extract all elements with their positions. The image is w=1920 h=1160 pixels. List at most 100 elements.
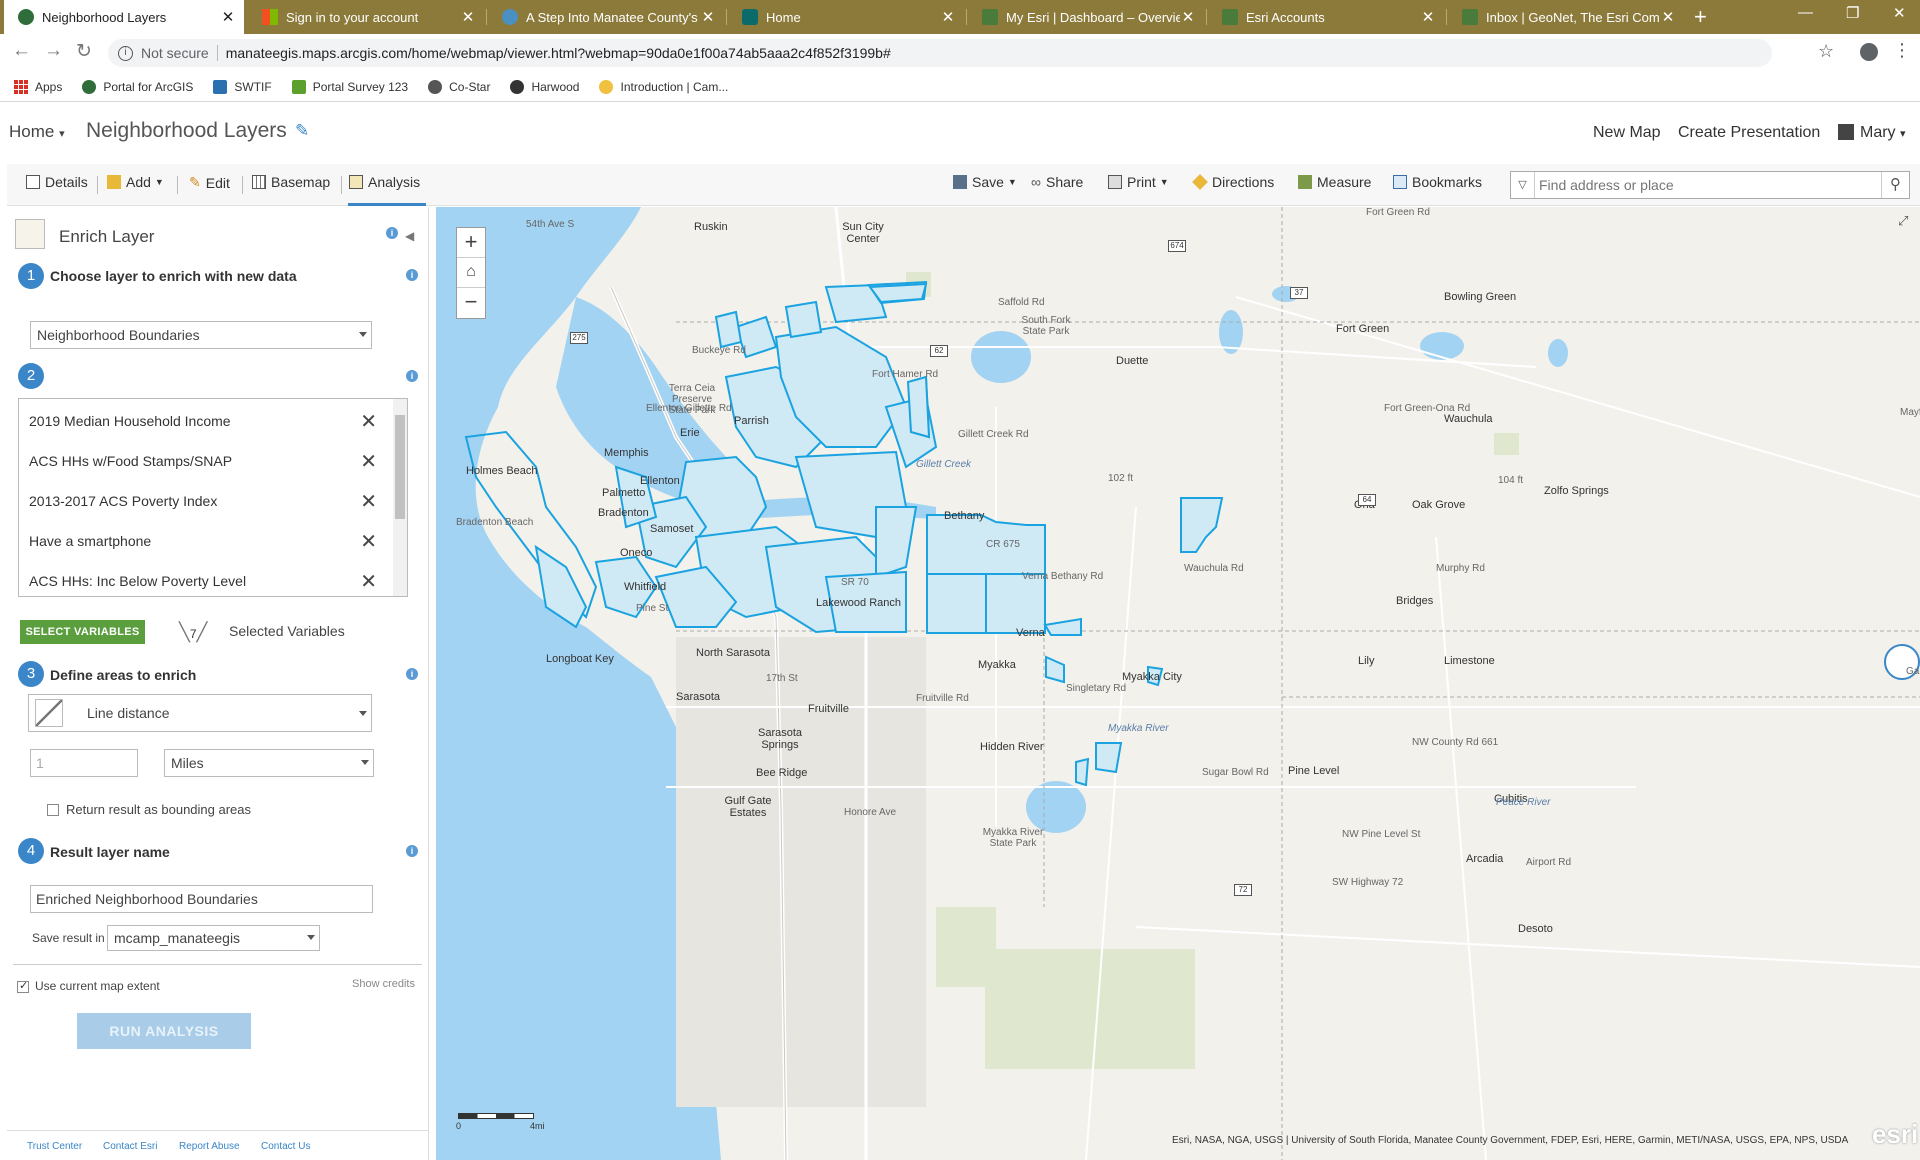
save-label: Save: [972, 174, 1004, 190]
restore-window-button[interactable]: ❐: [1846, 4, 1859, 22]
close-tab-icon[interactable]: ✕: [220, 8, 236, 26]
list-scrollbar[interactable]: [393, 399, 407, 596]
run-analysis-button[interactable]: RUN ANALYSIS: [77, 1013, 251, 1049]
details-button[interactable]: Details: [26, 174, 88, 190]
zoom-out-button[interactable]: −: [457, 288, 485, 318]
tab-title: A Step Into Manatee County's Pa: [526, 9, 700, 25]
browser-tab[interactable]: Neighborhood Layers ✕: [4, 0, 244, 34]
help-info-icon[interactable]: i: [386, 227, 398, 239]
distance-value-input[interactable]: 1: [30, 749, 138, 777]
distance-type-dropdown[interactable]: Line distance: [28, 694, 372, 732]
map-label: Samoset: [650, 523, 694, 535]
browser-tab[interactable]: Inbox | GeoNet, The Esri Commu ✕: [1448, 0, 1684, 34]
zoom-in-button[interactable]: +: [457, 228, 485, 258]
remove-variable-icon[interactable]: ✕: [360, 569, 377, 594]
bounding-areas-checkbox[interactable]: [47, 804, 59, 816]
map-title: Neighborhood Layers: [86, 119, 287, 142]
url-bar[interactable]: i Not secure manateegis.maps.arcgis.com/…: [108, 39, 1772, 67]
search-icon[interactable]: ⚲: [1881, 172, 1909, 198]
close-tab-icon[interactable]: ✕: [1660, 8, 1676, 26]
share-button[interactable]: ∞ Share: [1031, 174, 1083, 190]
remove-variable-icon[interactable]: ✕: [360, 409, 377, 434]
map-label: Erie: [680, 427, 700, 439]
basemap-button[interactable]: Basemap: [252, 174, 330, 190]
step-3-info-icon[interactable]: i: [406, 668, 418, 680]
browser-tab[interactable]: Esri Accounts ✕: [1208, 0, 1444, 34]
report-abuse-link[interactable]: Report Abuse: [179, 1141, 240, 1152]
bookmark-apps[interactable]: Apps: [14, 79, 62, 94]
collapse-panel-icon[interactable]: ◀: [405, 229, 414, 243]
home-extent-button[interactable]: ⌂: [457, 258, 485, 288]
bookmark-survey123[interactable]: Portal Survey 123: [291, 79, 408, 94]
edit-title-pencil-icon[interactable]: ✎: [295, 121, 309, 141]
close-tab-icon[interactable]: ✕: [1180, 8, 1196, 26]
distance-unit-dropdown[interactable]: Miles: [164, 749, 374, 777]
sharepoint-icon: [742, 9, 758, 25]
bookmark-swtif[interactable]: SWTIF: [213, 79, 272, 94]
create-presentation-link[interactable]: Create Presentation: [1678, 124, 1820, 142]
edit-button[interactable]: ✎ Edit: [189, 174, 230, 191]
bookmark-label: Harwood: [531, 79, 580, 94]
new-tab-button[interactable]: +: [1694, 4, 1707, 30]
info-icon[interactable]: i: [118, 45, 133, 61]
map-label: Oneco: [620, 547, 653, 559]
remove-variable-icon[interactable]: ✕: [360, 489, 377, 514]
remove-variable-icon[interactable]: ✕: [360, 529, 377, 554]
bookmark-portal[interactable]: Portal for ArcGIS: [82, 79, 193, 94]
bookmark-costar[interactable]: Co-Star: [428, 79, 490, 94]
chrome-menu-icon[interactable]: ⋮: [1893, 40, 1911, 61]
new-map-link[interactable]: New Map: [1593, 124, 1661, 142]
select-variables-button[interactable]: SELECT VARIABLES: [20, 620, 145, 644]
close-tab-icon[interactable]: ✕: [700, 8, 716, 26]
input-layer-dropdown[interactable]: Neighborhood Boundaries: [30, 321, 372, 349]
bookmark-star-icon[interactable]: ☆: [1818, 41, 1834, 62]
bookmark-introduction[interactable]: Introduction | Cam...: [599, 79, 728, 94]
lake: [971, 331, 1031, 383]
close-tab-icon[interactable]: ✕: [940, 8, 956, 26]
save-button[interactable]: Save ▼: [953, 174, 1017, 190]
contact-us-link[interactable]: Contact Us: [261, 1141, 310, 1152]
minimize-window-button[interactable]: —: [1798, 4, 1813, 21]
search-source-dropdown[interactable]: ▽: [1511, 172, 1535, 198]
result-name-input[interactable]: Enriched Neighborhood Boundaries: [30, 885, 373, 913]
close-tab-icon[interactable]: ✕: [460, 8, 476, 26]
analysis-button[interactable]: Analysis: [349, 174, 420, 190]
show-credits-link[interactable]: Show credits: [352, 978, 415, 990]
profile-avatar-icon[interactable]: [1860, 43, 1878, 61]
use-extent-checkbox[interactable]: [17, 979, 29, 993]
trust-center-link[interactable]: Trust Center: [27, 1141, 82, 1152]
expand-map-icon[interactable]: ⤢: [1898, 213, 1908, 229]
search-input[interactable]: [1539, 175, 1879, 195]
bookmark-harwood[interactable]: Harwood: [510, 79, 580, 94]
reload-icon[interactable]: ↻: [76, 40, 92, 63]
map-label: Palmetto: [602, 487, 646, 499]
share-label: Share: [1045, 174, 1084, 190]
add-button[interactable]: Add ▼: [107, 174, 164, 190]
scrollbar-thumb[interactable]: [395, 415, 405, 519]
print-button[interactable]: Print ▼: [1108, 174, 1169, 190]
step-2-info-icon[interactable]: i: [406, 370, 418, 382]
close-window-button[interactable]: ✕: [1893, 4, 1906, 22]
measure-button[interactable]: Measure: [1298, 174, 1371, 190]
step-4-info-icon[interactable]: i: [406, 845, 418, 857]
map-view[interactable]: + ⌂ − ⤢ 54th Ave S Ruskin Sun City Cente…: [436, 207, 1920, 1160]
tab-title: Neighborhood Layers: [42, 9, 167, 25]
directions-button[interactable]: Directions: [1192, 174, 1274, 190]
browser-tab[interactable]: My Esri | Dashboard – Overview ✕: [968, 0, 1204, 34]
line-distance-icon: [35, 699, 63, 727]
forward-arrow-icon[interactable]: →: [44, 40, 63, 62]
browser-tab[interactable]: Sign in to your account ✕: [248, 0, 484, 34]
bookmarks-button[interactable]: Bookmarks: [1393, 174, 1482, 190]
remove-variable-icon[interactable]: ✕: [360, 449, 377, 474]
save-in-dropdown[interactable]: mcamp_manateegis: [107, 925, 320, 951]
contact-esri-link[interactable]: Contact Esri: [103, 1141, 157, 1152]
url-text[interactable]: manateegis.maps.arcgis.com/home/webmap/v…: [226, 45, 891, 61]
back-arrow-icon[interactable]: ←: [12, 40, 31, 62]
user-menu[interactable]: Mary ▾: [1860, 124, 1906, 142]
home-menu[interactable]: Home ▾: [9, 122, 65, 142]
step-3-label: Define areas to enrich: [50, 667, 197, 683]
browser-tab[interactable]: A Step Into Manatee County's Pa ✕: [488, 0, 724, 34]
step-1-info-icon[interactable]: i: [406, 269, 418, 281]
browser-tab[interactable]: Home ✕: [728, 0, 964, 34]
close-tab-icon[interactable]: ✕: [1420, 8, 1436, 26]
